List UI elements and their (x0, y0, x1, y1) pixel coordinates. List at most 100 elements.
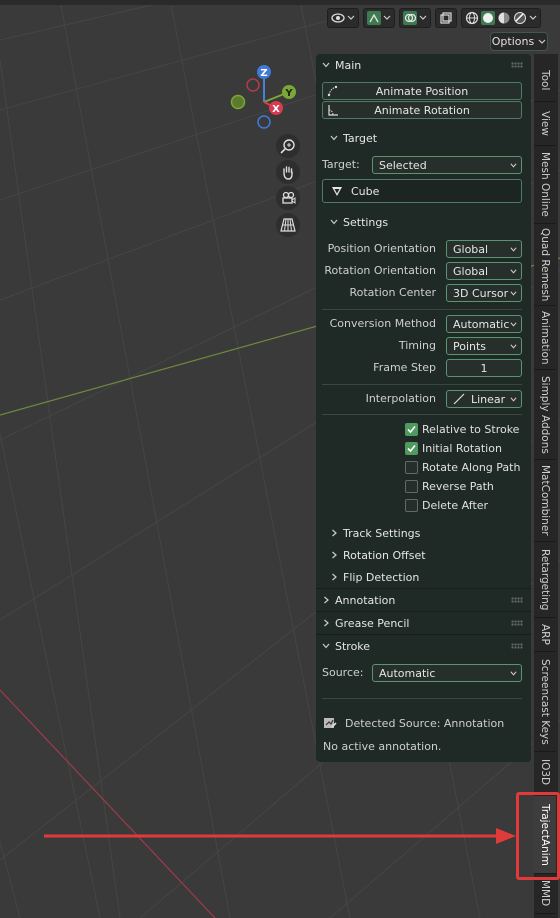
target-subpanel-header[interactable]: Target (330, 128, 377, 148)
conversion-method-dropdown[interactable]: Automatic (446, 315, 522, 333)
checkbox-box[interactable] (405, 422, 418, 436)
chevron-down-icon (510, 291, 517, 296)
shading-wireframe-icon[interactable] (465, 11, 479, 25)
chevron-right-icon (332, 573, 337, 581)
rotation-center-dropdown[interactable]: 3D Cursor (446, 284, 522, 302)
shading-rendered-icon[interactable] (513, 11, 527, 25)
divider (322, 384, 522, 385)
stroke-panel-header[interactable]: Stroke (316, 635, 531, 657)
rotation-offset-subpanel-header[interactable]: Rotation Offset (330, 545, 426, 565)
frame-step-field[interactable]: 1 (446, 359, 522, 377)
neg-z-axis-handle[interactable] (257, 115, 271, 129)
tab-matcombiner[interactable]: MatCombiner (534, 460, 556, 542)
drag-grip-icon[interactable] (511, 62, 523, 68)
camera-view-button[interactable] (276, 186, 300, 210)
zoom-icon (280, 139, 295, 154)
target-object-name: Cube (351, 184, 380, 198)
chevron-down-icon (510, 163, 517, 168)
rotation-orientation-dropdown[interactable]: Global (446, 262, 522, 280)
chevron-down-icon (330, 219, 338, 225)
target-label: Target: (322, 158, 360, 171)
neg-y-axis-handle[interactable] (230, 94, 246, 110)
tab-quad-remesh[interactable]: Quad Remesh (534, 224, 556, 306)
viewport-header-tools (327, 8, 541, 28)
animate-rotation-button[interactable]: Animate Rotation (322, 101, 522, 119)
checkbox-box[interactable] (405, 479, 418, 493)
shading-material-icon[interactable] (497, 11, 511, 25)
checkbox-box[interactable] (405, 460, 418, 474)
overlays-toggle-button[interactable] (399, 8, 431, 28)
track-settings-subpanel-header[interactable]: Track Settings (330, 523, 420, 543)
annotation-panel-header[interactable]: Annotation (316, 589, 531, 611)
delete-after-checkbox[interactable]: Delete After (405, 497, 488, 513)
tab-label: Tool (539, 70, 551, 91)
chevron-down-icon (330, 135, 338, 141)
neg-x-axis-handle[interactable] (246, 78, 260, 92)
source-dropdown[interactable]: Automatic (372, 664, 522, 682)
tab-tool[interactable]: Tool (534, 60, 556, 102)
settings-subpanel-title: Settings (343, 215, 389, 229)
target-dropdown[interactable]: Selected (372, 156, 522, 174)
timing-dropdown[interactable]: Points (446, 337, 522, 355)
flip-detection-title: Flip Detection (343, 570, 420, 584)
xray-toggle-button[interactable] (435, 8, 457, 28)
tab-arp[interactable]: ARP (534, 618, 556, 652)
drag-grip-icon[interactable] (511, 620, 523, 626)
tab-simply-addons[interactable]: Simply Addons (534, 370, 556, 460)
settings-subpanel-header[interactable]: Settings (330, 212, 388, 232)
perspective-toggle-button[interactable] (276, 213, 300, 237)
detected-source-row: Detected Source: Annotation (323, 716, 504, 730)
timing-value: Points (453, 339, 487, 353)
rotation-offset-title: Rotation Offset (343, 548, 426, 562)
tab-label: View (539, 111, 551, 136)
main-panel-header[interactable]: Main (316, 54, 531, 76)
checkbox-box[interactable] (405, 441, 418, 455)
gizmo-toggle-button[interactable] (363, 8, 395, 28)
relative-to-stroke-checkbox[interactable]: Relative to Stroke (405, 421, 519, 437)
hand-icon (283, 166, 293, 180)
rotate-along-path-checkbox[interactable]: Rotate Along Path (405, 459, 520, 475)
grease-pencil-panel-header[interactable]: Grease Pencil (316, 612, 531, 634)
shading-solid-icon[interactable] (481, 11, 495, 25)
tab-trajectanim[interactable]: TrajectAnim (534, 796, 556, 874)
rotation-center-value: 3D Cursor (453, 286, 509, 300)
tab-animation[interactable]: Animation (534, 306, 556, 370)
checkbox-box[interactable] (405, 498, 418, 512)
zoom-button[interactable] (276, 134, 300, 158)
tab-io3d[interactable]: IO3D (534, 752, 556, 794)
animate-rotation-label: Animate Rotation (374, 103, 470, 117)
overlays-icon (403, 11, 417, 25)
chevron-down-icon (383, 15, 391, 20)
shading-mode-buttons (461, 8, 541, 28)
view-object-types-button[interactable] (327, 8, 359, 28)
pan-button[interactable] (276, 160, 300, 184)
interpolation-dropdown[interactable]: Linear (446, 390, 522, 408)
tab-mmd[interactable]: MMD (534, 874, 556, 914)
tab-mesh-online[interactable]: Mesh Online (534, 146, 556, 224)
initial-rotation-checkbox[interactable]: Initial Rotation (405, 440, 502, 456)
conversion-method-value: Automatic (453, 317, 510, 331)
camera-icon (282, 191, 296, 204)
tab-retargeting[interactable]: Retargeting (534, 542, 556, 618)
checkbox-label: Initial Rotation (422, 441, 502, 455)
tab-view[interactable]: View (534, 102, 556, 146)
target-object-field[interactable]: Cube (322, 179, 522, 203)
rotation-orientation-label: Rotation Orientation (324, 264, 436, 277)
navigation-gizmo[interactable]: Z Y X (226, 60, 302, 132)
reverse-path-checkbox[interactable]: Reverse Path (405, 478, 494, 494)
animate-position-button[interactable]: Animate Position (322, 82, 522, 100)
interpolation-value: Linear (471, 392, 506, 406)
chevron-down-icon (510, 344, 517, 349)
interpolation-label: Interpolation (365, 392, 436, 405)
drag-grip-icon[interactable] (511, 643, 523, 649)
tab-screencast-keys[interactable]: Screencast Keys (534, 652, 556, 752)
drag-grip-icon[interactable] (511, 597, 523, 603)
options-button[interactable]: Options (490, 32, 548, 51)
position-orientation-dropdown[interactable]: Global (446, 240, 522, 258)
annotation-icon (324, 718, 337, 728)
curve-points-icon (327, 85, 338, 97)
chevron-right-icon (324, 619, 329, 627)
mesh-triangle-icon (332, 187, 342, 196)
flip-detection-subpanel-header[interactable]: Flip Detection (330, 567, 419, 587)
pointer-arrow (44, 828, 516, 844)
